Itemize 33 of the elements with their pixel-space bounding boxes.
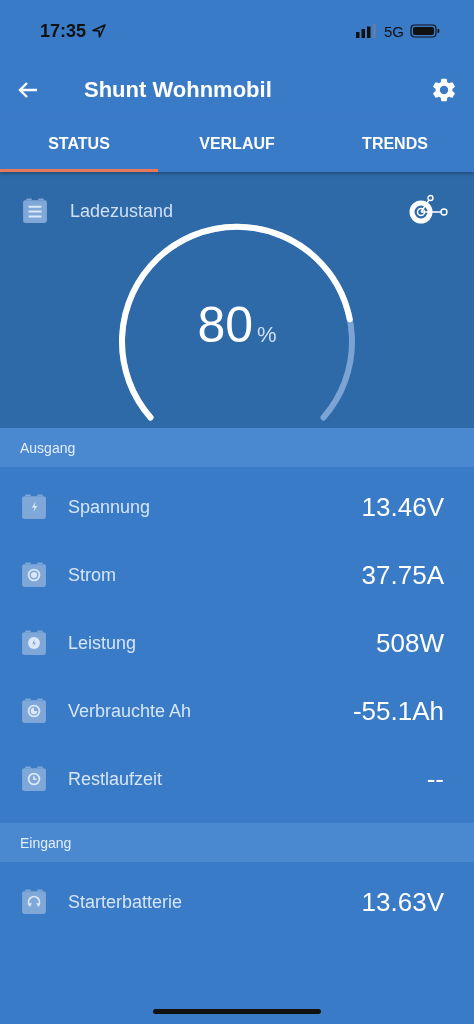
row-label: Spannung — [68, 496, 152, 518]
clock-time: 17:35 — [40, 20, 87, 42]
section-title: Eingang — [20, 834, 72, 851]
row-value: 508W — [376, 627, 444, 659]
section-title: Ausgang — [20, 439, 76, 456]
starter-icon — [22, 889, 46, 915]
battery-icon — [410, 24, 440, 38]
consumed-icon — [22, 698, 46, 724]
power-icon — [22, 630, 46, 656]
location-arrow-icon — [92, 24, 107, 38]
row-value: -55.1Ah — [352, 695, 444, 727]
row-value: 13.46V — [361, 491, 444, 523]
current-icon — [22, 562, 46, 588]
row-label: Verbrauchte Ah — [68, 700, 193, 722]
row-label: Starterbatterie — [68, 891, 184, 913]
settings-icon[interactable] — [430, 76, 458, 104]
screen-title: Shunt Wohnmobil — [84, 77, 273, 103]
time-icon — [22, 766, 46, 792]
charge-value: 80 — [197, 296, 254, 354]
network-type: 5G — [384, 22, 404, 40]
signal-icon — [356, 24, 378, 38]
tab[interactable]: TRENDS — [316, 118, 474, 172]
row-value: -- — [426, 763, 444, 795]
voltage-icon — [22, 494, 46, 520]
tab[interactable]: VERLAUF — [158, 118, 316, 172]
row-value: 13.63V — [361, 886, 444, 918]
charge-unit: % — [257, 322, 277, 348]
list-icon — [22, 198, 48, 224]
row-label: Restlaufzeit — [68, 768, 164, 790]
gauge-label: Ladezustand — [70, 200, 175, 222]
row-label: Strom — [68, 564, 117, 586]
row-label: Leistung — [68, 632, 138, 654]
row-value: 37.75A — [361, 559, 444, 591]
